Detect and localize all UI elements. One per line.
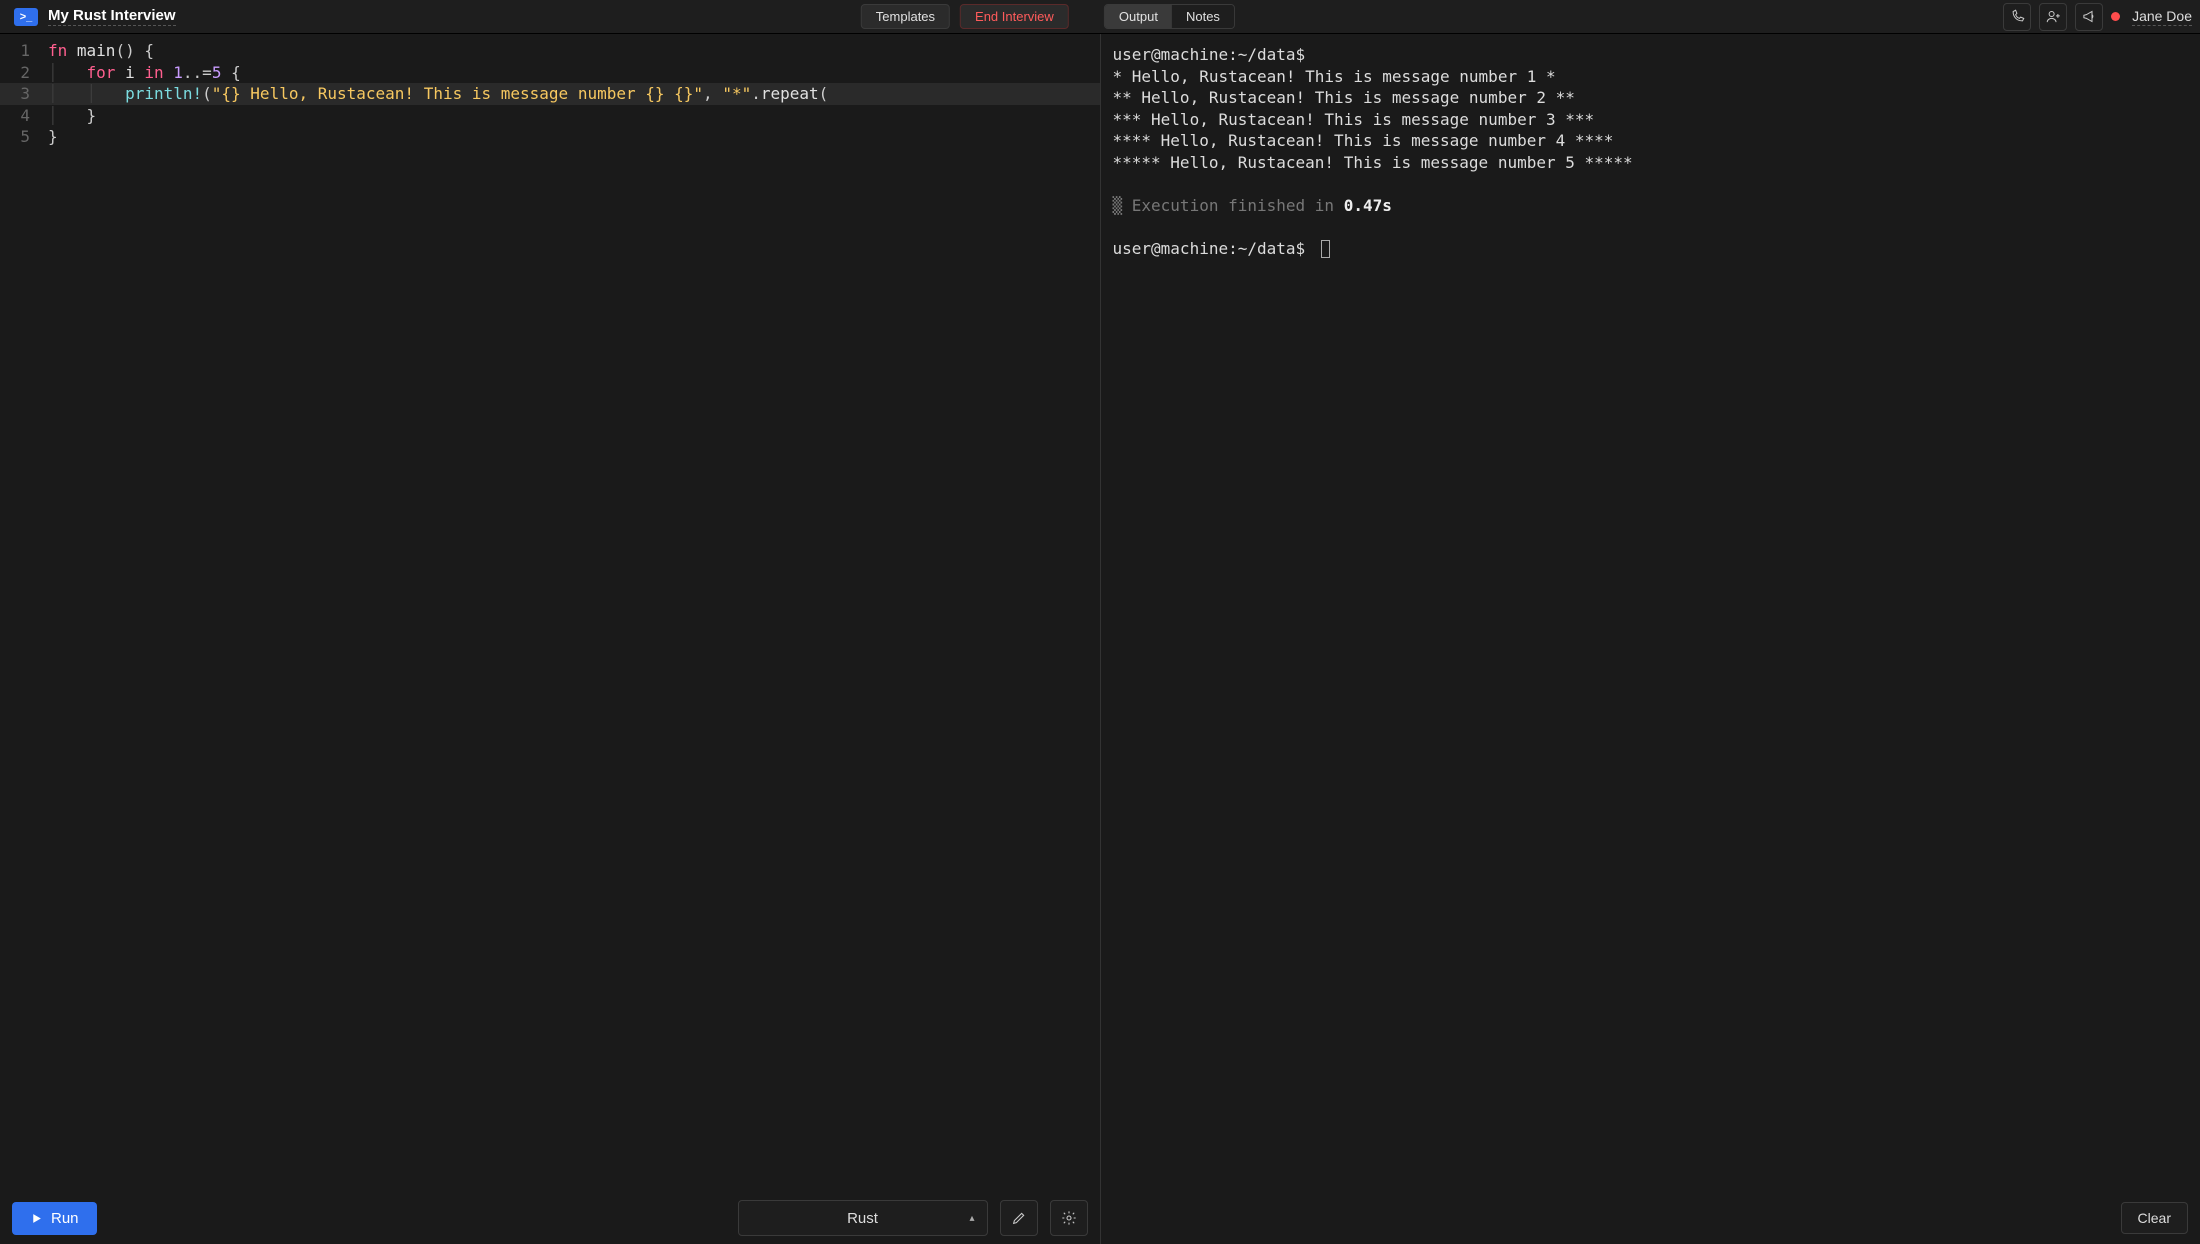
- end-interview-button[interactable]: End Interview: [960, 4, 1069, 29]
- code-editor[interactable]: 1fn main() {2│ for i in 1..=5 {3│ │ prin…: [0, 34, 1100, 1192]
- right-pane-tabs: Output Notes: [1104, 4, 1235, 29]
- tab-output[interactable]: Output: [1105, 5, 1172, 28]
- main-split: 1fn main() {2│ for i in 1..=5 {3│ │ prin…: [0, 34, 2200, 1192]
- clear-button[interactable]: Clear: [2121, 1202, 2188, 1234]
- announce-button[interactable]: [2075, 3, 2103, 31]
- gear-icon: [1061, 1210, 1077, 1226]
- terminal-cursor: [1321, 240, 1330, 258]
- code-content: }: [40, 126, 58, 148]
- topbar-center-controls: Templates End Interview: [861, 4, 1069, 29]
- call-button[interactable]: [2003, 3, 2031, 31]
- app-logo[interactable]: >_: [14, 8, 38, 26]
- play-icon: [30, 1212, 43, 1225]
- terminal-output[interactable]: user@machine:~/data$ * Hello, Rustacean!…: [1101, 34, 2200, 1192]
- megaphone-icon: [2082, 9, 2097, 24]
- user-plus-icon: [2046, 9, 2061, 24]
- invite-button[interactable]: [2039, 3, 2067, 31]
- username-label[interactable]: Jane Doe: [2132, 8, 2192, 26]
- editor-line[interactable]: 2│ for i in 1..=5 {: [0, 62, 1100, 84]
- line-number: 4: [0, 105, 40, 127]
- draw-button[interactable]: [1000, 1200, 1038, 1236]
- line-number: 1: [0, 40, 40, 62]
- editor-line[interactable]: 4│ }: [0, 105, 1100, 127]
- interview-title[interactable]: My Rust Interview: [48, 7, 176, 26]
- language-select-label: Rust: [847, 1210, 878, 1227]
- output-pane: user@machine:~/data$ * Hello, Rustacean!…: [1101, 34, 2200, 1192]
- phone-icon: [2010, 9, 2025, 24]
- recording-indicator-icon: [2111, 12, 2120, 21]
- language-select[interactable]: Rust ▴: [738, 1200, 988, 1236]
- settings-button[interactable]: [1050, 1200, 1088, 1236]
- code-content: │ }: [40, 105, 96, 127]
- templates-button[interactable]: Templates: [861, 4, 950, 29]
- topbar: >_ My Rust Interview Templates End Inter…: [0, 0, 2200, 34]
- pencil-icon: [1011, 1210, 1027, 1226]
- editor-pane: 1fn main() {2│ for i in 1..=5 {3│ │ prin…: [0, 34, 1101, 1192]
- terminal-bottombar: Clear: [1101, 1192, 2200, 1244]
- run-button[interactable]: Run: [12, 1202, 97, 1235]
- run-button-label: Run: [51, 1210, 79, 1227]
- line-number: 3: [0, 83, 40, 105]
- code-content: │ for i in 1..=5 {: [40, 62, 241, 84]
- line-number: 5: [0, 126, 40, 148]
- bottom-bars: Run Rust ▴ Clear: [0, 1192, 2200, 1244]
- chevron-up-icon: ▴: [969, 1213, 974, 1224]
- line-number: 2: [0, 62, 40, 84]
- editor-bottombar: Run Rust ▴: [0, 1192, 1101, 1244]
- topbar-right: Jane Doe: [2003, 3, 2192, 31]
- code-content: │ │ println!("{} Hello, Rustacean! This …: [40, 83, 828, 105]
- editor-line[interactable]: 3│ │ println!("{} Hello, Rustacean! This…: [0, 83, 1100, 105]
- code-content: fn main() {: [40, 40, 154, 62]
- editor-line[interactable]: 1fn main() {: [0, 40, 1100, 62]
- tab-notes[interactable]: Notes: [1172, 5, 1234, 28]
- editor-line[interactable]: 5}: [0, 126, 1100, 148]
